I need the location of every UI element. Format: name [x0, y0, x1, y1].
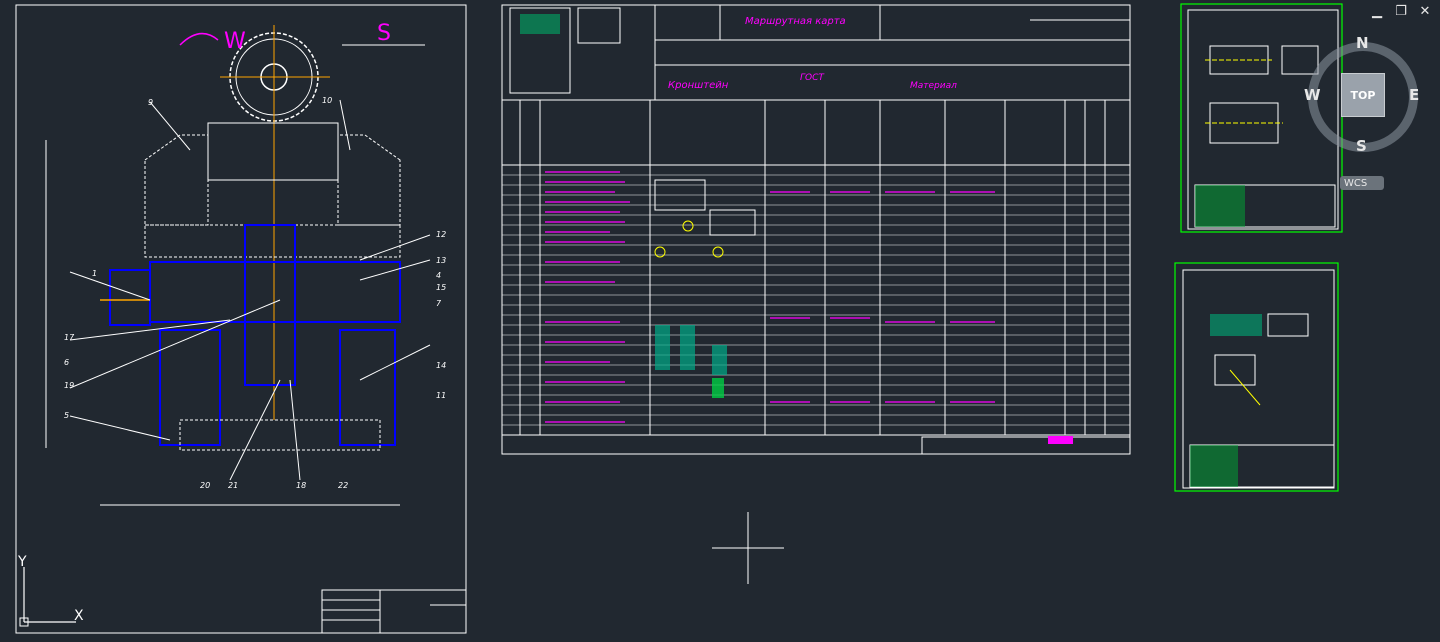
part-number: 17: [64, 333, 75, 342]
close-icon[interactable]: ✕: [1418, 4, 1432, 19]
wcs-menu[interactable]: WCS: [1340, 176, 1384, 190]
part-number: 20: [200, 481, 210, 490]
part-number: 18: [296, 481, 306, 490]
minimize-icon[interactable]: ▁: [1370, 4, 1384, 19]
restore-icon[interactable]: ❐: [1394, 4, 1408, 19]
compass-south[interactable]: S: [1356, 137, 1367, 155]
part-number: 13: [436, 256, 446, 265]
part-number: 19: [64, 381, 74, 390]
part-number: 22: [338, 481, 348, 490]
part-number: 15: [436, 283, 446, 292]
ucs-x-label: X: [74, 608, 84, 624]
part-number: 7: [436, 299, 442, 308]
housing: [109, 122, 401, 451]
route-card-gost: ГОСТ: [800, 73, 825, 83]
viewcube[interactable]: N S W E TOP WCS: [1300, 30, 1430, 190]
part-number: 10: [322, 96, 332, 105]
part-number: 6: [64, 358, 69, 367]
route-card-material: Материал: [910, 81, 957, 91]
route-card-title: Маршрутная карта: [745, 16, 846, 27]
part-number: 21: [228, 481, 238, 490]
part-number: 1: [92, 269, 97, 278]
compass-east[interactable]: E: [1409, 86, 1419, 104]
part-number: 12: [436, 230, 446, 239]
crosshair-cursor: [712, 512, 784, 584]
viewcube-top-face[interactable]: TOP: [1341, 73, 1385, 117]
compass-west[interactable]: W: [1304, 86, 1321, 104]
window-controls: ▁ ❐ ✕: [1370, 4, 1432, 19]
part-number: 14: [436, 361, 446, 370]
part-number: 9: [148, 98, 153, 107]
ucs-icon: Y X: [17, 554, 84, 627]
part-number: 5: [64, 411, 69, 420]
title-block: [321, 589, 467, 634]
sheet-assembly[interactable]: W S: [15, 4, 467, 634]
sheet-small-2[interactable]: [1174, 262, 1339, 492]
ucs-y-label: Y: [17, 554, 27, 570]
gear: [220, 25, 330, 420]
part-number: 4: [436, 271, 441, 280]
label-w: W: [224, 29, 246, 54]
route-card-entries: [545, 171, 995, 423]
route-card-part: Кронштейн: [668, 80, 729, 91]
part-number: 11: [436, 391, 446, 400]
drawing-canvas[interactable]: W S Маршрутная карта Кронштейн ГОСТ Мате…: [0, 0, 1440, 642]
label-s: S: [377, 21, 391, 46]
route-card-sketches: [520, 14, 1073, 444]
compass-north[interactable]: N: [1356, 34, 1369, 52]
